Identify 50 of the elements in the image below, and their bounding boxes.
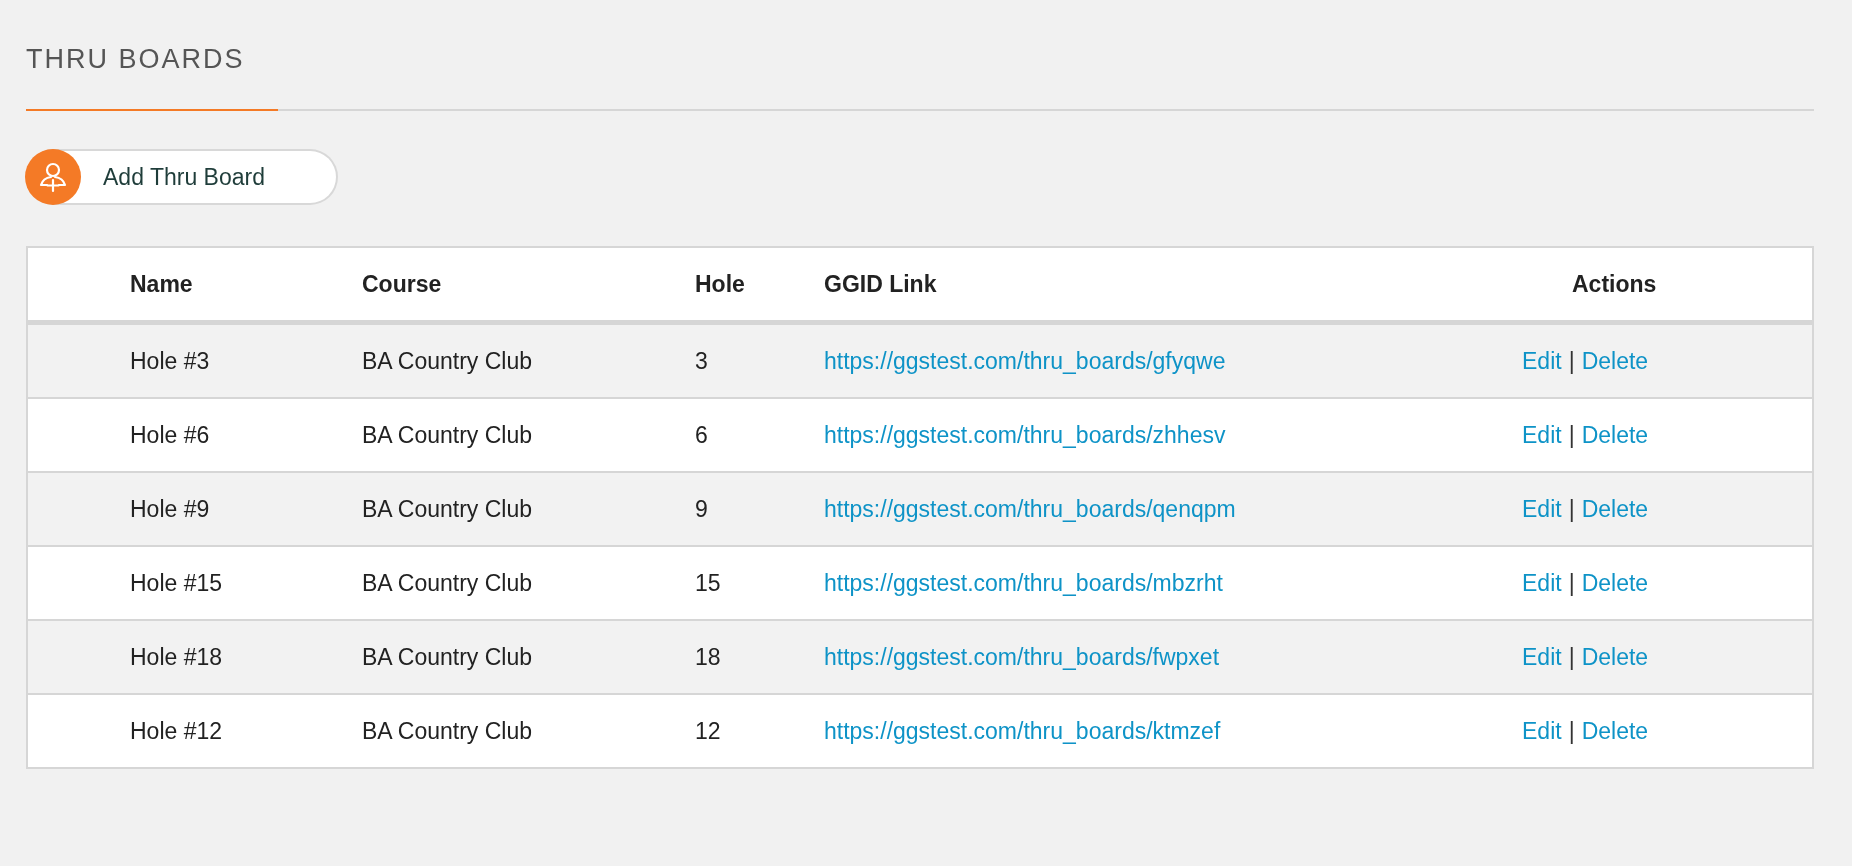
table-cell-text: BA Country Club bbox=[362, 347, 534, 375]
table-cell-text: 9 bbox=[695, 495, 709, 523]
column-header: Course bbox=[362, 270, 443, 298]
table-cell-text: 6 bbox=[695, 421, 709, 449]
column-header: Name bbox=[130, 270, 194, 298]
table-cell-text: BA Country Club bbox=[362, 421, 534, 449]
delete-link[interactable]: Delete bbox=[1581, 421, 1649, 449]
ggid-link[interactable]: https://ggstest.com/thru_boards/ktmzef bbox=[824, 717, 1221, 744]
edit-link[interactable]: Edit bbox=[1522, 495, 1562, 523]
table-cell-text: Hole #18 bbox=[130, 643, 224, 671]
delete-link[interactable]: Delete bbox=[1581, 569, 1649, 597]
table-cell-text: BA Country Club bbox=[362, 495, 534, 523]
table-cell-text: BA Country Club bbox=[362, 569, 534, 597]
table-cell-text: BA Country Club bbox=[362, 717, 534, 745]
delete-link[interactable]: Delete bbox=[1581, 347, 1649, 375]
edit-link[interactable]: Edit bbox=[1522, 717, 1562, 745]
table-cell-text: 12 bbox=[695, 717, 722, 745]
column-header: Hole bbox=[695, 270, 746, 298]
ggid-link[interactable]: https://ggstest.com/thru_boards/fwpxet bbox=[824, 643, 1220, 670]
delete-link[interactable]: Delete bbox=[1581, 643, 1649, 671]
add-thru-board-button[interactable]: Add Thru Board bbox=[26, 149, 338, 206]
table-cell-text: 18 bbox=[695, 643, 722, 671]
table-cell-text: Hole #15 bbox=[130, 569, 224, 597]
table-cell-text: Hole #3 bbox=[130, 347, 211, 375]
table-cell-text: Hole #6 bbox=[130, 421, 211, 449]
ggid-link[interactable]: https://ggstest.com/thru_boards/qenqpm bbox=[824, 495, 1236, 522]
column-header: GGID Link bbox=[824, 270, 938, 298]
add-person-icon bbox=[25, 149, 81, 206]
delete-link[interactable]: Delete bbox=[1581, 717, 1649, 745]
edit-link[interactable]: Edit bbox=[1522, 643, 1562, 671]
ggid-link[interactable]: https://ggstest.com/thru_boards/gfyqwe bbox=[824, 347, 1226, 374]
edit-link[interactable]: Edit bbox=[1522, 347, 1562, 375]
table-cell-text: 15 bbox=[695, 569, 722, 597]
separator: | bbox=[1568, 495, 1575, 523]
ggid-link[interactable]: https://ggstest.com/thru_boards/mbzrht bbox=[824, 569, 1223, 596]
edit-link[interactable]: Edit bbox=[1522, 421, 1562, 449]
separator: | bbox=[1568, 421, 1575, 449]
table-cell-text: Hole #12 bbox=[130, 717, 224, 745]
column-header: Actions bbox=[1571, 270, 1658, 298]
table-cell-text: Hole #9 bbox=[130, 495, 211, 523]
separator: | bbox=[1568, 569, 1575, 597]
table-cell-text: 3 bbox=[695, 347, 709, 375]
separator: | bbox=[1568, 643, 1575, 671]
delete-link[interactable]: Delete bbox=[1581, 495, 1649, 523]
edit-link[interactable]: Edit bbox=[1522, 569, 1562, 597]
ggid-link[interactable]: https://ggstest.com/thru_boards/zhhesv bbox=[824, 421, 1226, 448]
table-cell-text: BA Country Club bbox=[362, 643, 534, 671]
separator: | bbox=[1568, 717, 1575, 745]
separator: | bbox=[1568, 347, 1575, 375]
page-title: THRU BOARDS bbox=[26, 43, 246, 76]
